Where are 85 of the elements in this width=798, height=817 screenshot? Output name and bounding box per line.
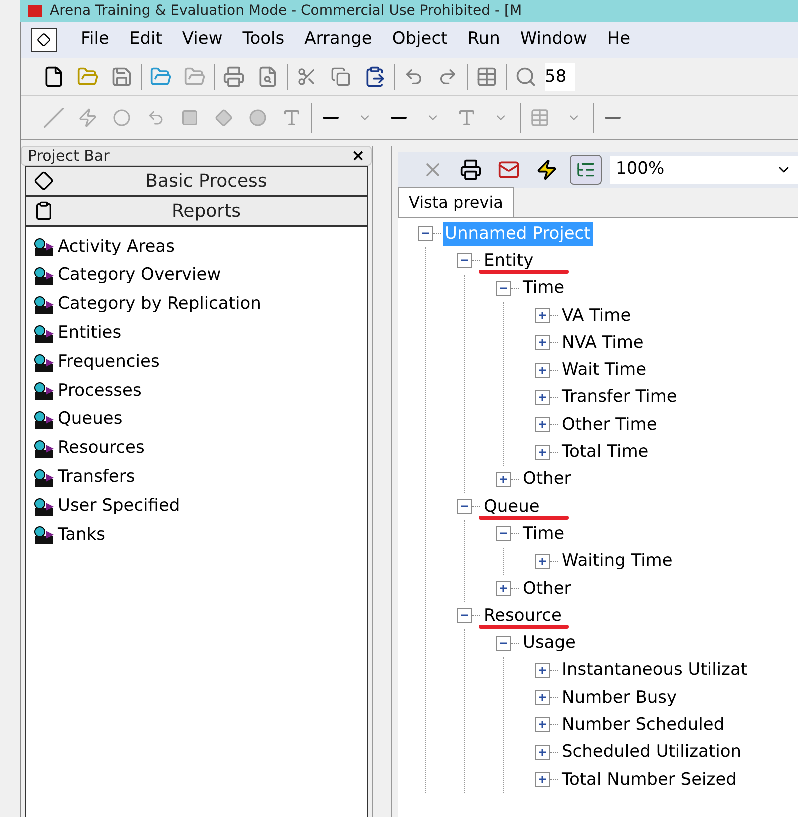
- report-icon: [32, 352, 56, 373]
- tree-node[interactable]: Total Number Seized: [560, 768, 739, 792]
- expand-icon[interactable]: [535, 717, 550, 732]
- report-icon: [32, 266, 56, 286]
- tree-node[interactable]: Number Busy: [560, 686, 680, 710]
- collapse-icon[interactable]: [496, 636, 511, 651]
- collapse-icon[interactable]: [457, 253, 472, 268]
- collapse-icon[interactable]: [457, 499, 472, 514]
- tree-node[interactable]: Other: [521, 576, 574, 600]
- expand-icon[interactable]: [496, 472, 511, 487]
- tree-node[interactable]: Instantaneous Utilizat: [560, 658, 750, 682]
- expand-icon[interactable]: [535, 308, 550, 324]
- report-item[interactable]: Category Overview: [32, 262, 367, 291]
- tree-node[interactable]: Scheduled Utilization: [560, 740, 744, 764]
- collapse-icon[interactable]: [496, 280, 511, 296]
- menu-item[interactable]: Edit: [121, 27, 170, 53]
- expand-icon[interactable]: [535, 554, 550, 569]
- zoom-field[interactable]: 58: [545, 62, 575, 90]
- zoom-select[interactable]: 100%: [610, 156, 798, 184]
- panel-title: Project Bar: [28, 146, 110, 167]
- expand-icon[interactable]: [535, 444, 550, 460]
- report-icon: [32, 496, 56, 517]
- clipboard-icon: [34, 201, 54, 221]
- tree-node[interactable]: Queue: [482, 494, 542, 519]
- expand-icon[interactable]: [535, 417, 550, 432]
- report-item[interactable]: Resources: [32, 434, 367, 464]
- report-item[interactable]: Entities: [32, 319, 367, 348]
- tree-node[interactable]: Waiting Time: [560, 549, 675, 574]
- menu-item[interactable]: Object: [384, 27, 456, 53]
- report-icon: [32, 381, 56, 402]
- tree-node[interactable]: Other: [521, 467, 574, 492]
- report-item[interactable]: Transfers: [32, 463, 367, 492]
- tree-node[interactable]: Number Scheduled: [560, 712, 727, 737]
- tree-node[interactable]: Time: [521, 276, 567, 300]
- tree-node[interactable]: Other Time: [560, 412, 660, 437]
- report-icon: [32, 294, 56, 315]
- report-icon: [32, 468, 56, 488]
- report-icon: [32, 237, 56, 258]
- menu-item[interactable]: Run: [460, 27, 508, 53]
- tree-node[interactable]: Time: [521, 522, 567, 546]
- window-title: Arena Training & Evaluation Mode - Commercial Use Prohibited - [M: [50, 2, 522, 20]
- expand-icon[interactable]: [535, 772, 550, 788]
- collapse-icon[interactable]: [457, 608, 472, 624]
- tree-node[interactable]: Wait Time: [560, 358, 649, 382]
- menu-item[interactable]: Arrange: [296, 27, 380, 53]
- app-icon: [28, 5, 42, 17]
- report-item[interactable]: Activity Areas: [32, 233, 367, 262]
- expand-icon[interactable]: [535, 362, 550, 378]
- tree-node[interactable]: Resource: [482, 604, 564, 628]
- tab[interactable]: Vista previa: [398, 187, 514, 217]
- tree-node[interactable]: NVA Time: [560, 330, 646, 355]
- panel-bar[interactable]: Reports: [25, 196, 368, 226]
- report-item[interactable]: Tanks: [32, 520, 367, 550]
- menu-item[interactable]: File: [73, 27, 118, 53]
- expand-icon[interactable]: [535, 744, 550, 760]
- menu-item[interactable]: Tools: [234, 27, 293, 53]
- tree-node[interactable]: Total Time: [560, 440, 651, 464]
- close-button[interactable]: ×: [352, 148, 365, 164]
- report-item[interactable]: Queues: [32, 406, 367, 435]
- expand-icon[interactable]: [535, 390, 550, 405]
- expand-icon[interactable]: [535, 690, 550, 706]
- menu-item[interactable]: Window: [512, 27, 596, 53]
- expand-icon[interactable]: [535, 662, 550, 678]
- expand-icon[interactable]: [496, 581, 511, 596]
- collapse-icon[interactable]: [418, 226, 433, 242]
- tree-node[interactable]: Entity: [482, 248, 536, 273]
- menu-item[interactable]: View: [174, 27, 231, 53]
- report-item[interactable]: Frequencies: [32, 348, 367, 377]
- document-icon[interactable]: [31, 28, 57, 52]
- collapse-icon[interactable]: [496, 526, 511, 542]
- report-item[interactable]: Processes: [32, 376, 367, 406]
- tree-node[interactable]: VA Time: [560, 304, 634, 328]
- tree-node[interactable]: Usage: [521, 631, 578, 656]
- tree-view-button[interactable]: [570, 155, 602, 185]
- panel-bar[interactable]: Basic Process: [25, 166, 368, 196]
- report-item[interactable]: Category by Replication: [32, 290, 367, 320]
- report-icon: [32, 438, 56, 459]
- expand-icon[interactable]: [535, 335, 550, 350]
- report-icon: [32, 410, 56, 430]
- report-icon: [32, 324, 56, 344]
- tree-node[interactable]: Transfer Time: [560, 385, 680, 410]
- report-icon: [32, 525, 56, 546]
- menu-item[interactable]: He: [599, 27, 639, 53]
- diamond-icon: [34, 171, 54, 191]
- report-item[interactable]: User Specified: [32, 492, 367, 521]
